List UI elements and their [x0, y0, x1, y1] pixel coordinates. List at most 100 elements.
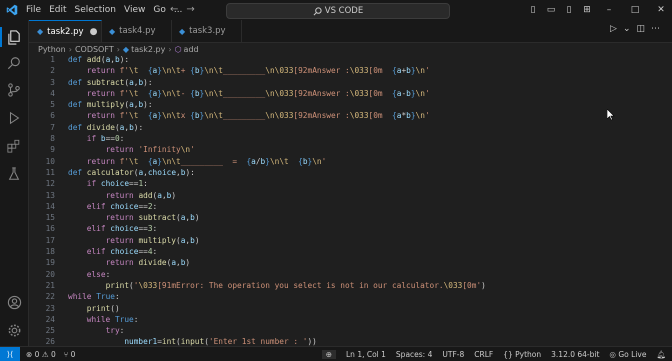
- line-number: 4: [50, 88, 55, 98]
- menu-bar: File Edit Selection View Go ...: [26, 5, 182, 15]
- code-line[interactable]: 14 elif choice==2:: [29, 201, 672, 212]
- line-source: try:: [105, 326, 125, 336]
- unsaved-dot-icon[interactable]: ●: [90, 27, 98, 37]
- back-arrow-icon[interactable]: ←: [170, 4, 186, 15]
- menu-selection[interactable]: Selection: [75, 5, 116, 15]
- search-icon: [313, 6, 322, 15]
- line-number: 17: [45, 235, 55, 245]
- menu-go[interactable]: Go: [153, 5, 165, 15]
- code-line[interactable]: 15 return subtract(a,b): [29, 212, 672, 223]
- code-line[interactable]: 7 def divide(a,b):: [29, 122, 672, 133]
- line-number: 23: [45, 303, 55, 313]
- remote-icon[interactable]: ⟩⟨: [0, 347, 20, 361]
- breadcrumb-item[interactable]: task2.py: [131, 45, 165, 54]
- code-line[interactable]: 21 print('\033[91mError: The operation y…: [29, 280, 672, 291]
- forward-arrow-icon[interactable]: →: [186, 4, 202, 15]
- tab-task2[interactable]: ◆ task2.py ●: [29, 20, 102, 42]
- testing-icon[interactable]: [6, 166, 22, 182]
- extensions-icon[interactable]: [6, 138, 22, 154]
- tab-label: task2.py: [47, 26, 84, 37]
- command-center-search[interactable]: VS CODE: [226, 3, 450, 19]
- encoding[interactable]: UTF-8: [442, 350, 464, 359]
- code-line[interactable]: 22 while True:: [29, 291, 672, 302]
- code-line[interactable]: 19 return divide(a,b): [29, 257, 672, 268]
- toggle-secondary-sidebar-icon[interactable]: ▯: [562, 5, 576, 15]
- line-source: def subtract(a,b):: [68, 77, 153, 87]
- cursor-position[interactable]: Ln 1, Col 1: [346, 350, 386, 359]
- line-number: 11: [45, 167, 55, 177]
- menu-edit[interactable]: Edit: [49, 5, 66, 15]
- explorer-icon[interactable]: [6, 29, 22, 45]
- title-right-controls: ▯ ▭ ▯ ⊞ – □ ✕: [522, 0, 672, 20]
- line-number: 20: [45, 269, 55, 279]
- toggle-panel-icon[interactable]: ▭: [544, 5, 558, 15]
- breadcrumb-item[interactable]: Python: [38, 45, 66, 54]
- line-source: return multiply(a,b): [105, 235, 200, 245]
- problems-indicator[interactable]: ⊗ 0 ⚠ 0: [26, 350, 56, 359]
- settings-gear-icon[interactable]: [6, 322, 22, 338]
- line-number: 21: [45, 280, 55, 290]
- run-file-icon[interactable]: ▷: [610, 24, 623, 34]
- run-debug-icon[interactable]: [6, 110, 22, 126]
- code-line[interactable]: 13 return add(a,b): [29, 190, 672, 201]
- line-source: while True:: [68, 292, 120, 302]
- code-line[interactable]: 20 else:: [29, 269, 672, 280]
- code-line[interactable]: 9 return 'Infinity\n': [29, 144, 672, 155]
- line-number: 6: [50, 111, 55, 121]
- code-line[interactable]: 3 def subtract(a,b):: [29, 77, 672, 88]
- code-line[interactable]: 5 def multiply(a,b):: [29, 99, 672, 110]
- status-bar: ⟩⟨ ⊗ 0 ⚠ 0 ⑂ 0 ⊕ Ln 1, Col 1 Spaces: 4 U…: [0, 346, 672, 361]
- code-line[interactable]: 26 number1=int(input('Enter 1st number :…: [29, 336, 672, 346]
- zoom-icon[interactable]: ⊕: [321, 349, 336, 359]
- source-control-icon[interactable]: [6, 82, 22, 98]
- go-live-button[interactable]: ◎ Go Live: [609, 350, 646, 359]
- python-file-icon: ◆: [122, 44, 130, 54]
- breadcrumb-item[interactable]: CODSOFT: [75, 45, 114, 54]
- split-editor-icon[interactable]: ◫: [636, 24, 651, 34]
- run-dropdown-icon[interactable]: ⌄: [623, 24, 637, 34]
- code-editor[interactable]: 1 def add(a,b): 2 return f'\t {a}\n\t+ {b}…: [29, 54, 672, 346]
- language-mode[interactable]: {} Python: [503, 350, 541, 359]
- menu-file[interactable]: File: [26, 5, 41, 15]
- line-source: return f'\t {a}\n\t+ {b}\n\t_________\n\…: [86, 66, 430, 76]
- active-indicator: [0, 27, 2, 47]
- code-line[interactable]: 17 return multiply(a,b): [29, 235, 672, 246]
- code-line[interactable]: 24 while True:: [29, 314, 672, 325]
- tab-task4[interactable]: ◆ task4.py: [101, 20, 172, 42]
- line-number: 8: [50, 134, 55, 144]
- code-line[interactable]: 2 return f'\t {a}\n\t+ {b}\n\t_________\…: [29, 65, 672, 76]
- line-number: 12: [45, 179, 55, 189]
- line-source: return add(a,b): [105, 190, 177, 200]
- code-line[interactable]: 18 elif choice==4:: [29, 246, 672, 257]
- line-number: 19: [45, 258, 55, 268]
- search-view-icon[interactable]: [6, 55, 22, 71]
- more-actions-icon[interactable]: ⋯: [651, 24, 666, 34]
- close-button[interactable]: ✕: [650, 5, 672, 15]
- toggle-primary-sidebar-icon[interactable]: ▯: [526, 5, 540, 15]
- code-line[interactable]: 1 def add(a,b):: [29, 54, 672, 65]
- code-line[interactable]: 23 print(): [29, 303, 672, 314]
- indentation[interactable]: Spaces: 4: [396, 350, 432, 359]
- code-line[interactable]: 11 def calculator(a,choice,b):: [29, 167, 672, 178]
- ports-indicator[interactable]: ⑂ 0: [64, 350, 76, 359]
- line-source: return f'\t {a}\n\t_________ = {a/b}\n\t…: [86, 156, 327, 166]
- code-line[interactable]: 12 if choice==1:: [29, 178, 672, 189]
- code-line[interactable]: 6 return f'\t {a}\n\tx {b}\n\t_________\…: [29, 110, 672, 121]
- account-icon[interactable]: [6, 294, 22, 310]
- code-line[interactable]: 16 elif choice==3:: [29, 223, 672, 234]
- line-source: def add(a,b):: [68, 55, 130, 64]
- breadcrumb-item[interactable]: add: [184, 45, 199, 54]
- minimize-button[interactable]: –: [598, 5, 620, 15]
- python-interpreter[interactable]: 3.12.0 64-bit: [551, 350, 599, 359]
- code-line[interactable]: 25 try:: [29, 325, 672, 336]
- line-number: 16: [45, 224, 55, 234]
- code-line[interactable]: 10 return f'\t {a}\n\t_________ = {a/b}\…: [29, 156, 672, 167]
- menu-view[interactable]: View: [124, 5, 145, 15]
- code-line[interactable]: 8 if b==0:: [29, 133, 672, 144]
- code-line[interactable]: 4 return f'\t {a}\n\t- {b}\n\t_________\…: [29, 88, 672, 99]
- customize-layout-icon[interactable]: ⊞: [580, 5, 594, 15]
- notifications-bell-icon[interactable]: 🔔︎: [656, 350, 666, 359]
- maximize-button[interactable]: □: [624, 5, 646, 15]
- tab-task3[interactable]: ◆ task3.py: [171, 20, 242, 42]
- end-of-line[interactable]: CRLF: [474, 350, 493, 359]
